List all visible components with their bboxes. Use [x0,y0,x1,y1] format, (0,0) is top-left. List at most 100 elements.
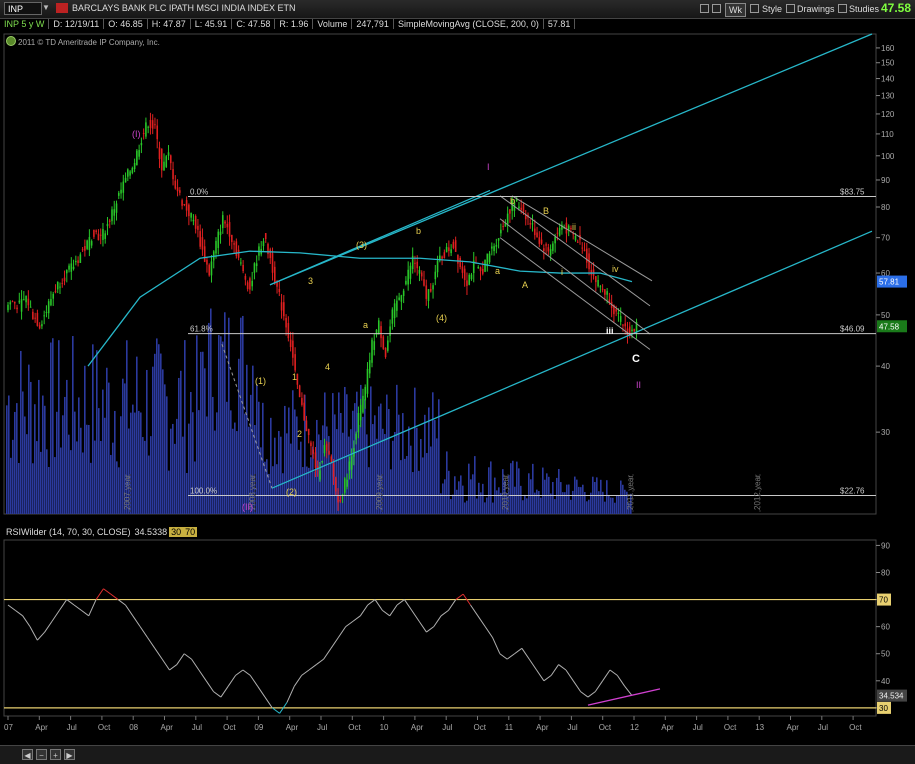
volume-bar [290,443,292,514]
flag-icon[interactable] [56,3,68,13]
rsi-line-segment [139,626,148,638]
candle-body [104,233,107,239]
volume-bar [230,410,232,514]
symbol-dropdown-icon[interactable]: ▼ [42,3,52,14]
candle-body [599,286,602,288]
rsi-line-segment [418,620,427,633]
volume-bar [64,396,66,514]
candle-body [165,156,168,167]
rsi-divergence-line [587,688,661,706]
drawings-icon[interactable] [786,4,795,13]
wave-label: b [416,226,421,236]
rsi-line-segment [198,669,207,682]
volume-bar [206,416,208,514]
rsi-line-segment [521,648,530,660]
volume-bar [598,491,600,514]
period-label[interactable]: INP 5 y W [0,19,50,29]
volume-value: 247,791 [352,19,394,29]
volume-bar [82,452,84,514]
rsi-study-label[interactable]: RSIWilder (14, 70, 30, CLOSE) [4,527,133,537]
candle-body [325,443,328,451]
candle-body [298,385,301,398]
candle-body [108,220,111,222]
x-tick-label: 08 [129,723,138,732]
volume-bar [102,389,104,514]
wave-label: iv [612,264,619,274]
rsi-line-segment [22,615,31,627]
volume-bar [490,461,492,514]
volume-bar [160,353,162,514]
volume-bar [108,382,110,514]
symbol-input[interactable]: INP [4,2,42,15]
candle-body [328,450,330,455]
rsi-line-segment [330,637,339,649]
volume-bar [520,485,522,514]
rsi-line-segment [7,604,16,611]
volume-bar [604,501,606,514]
layout-icon[interactable] [712,4,721,13]
rsi-line-segment [337,626,347,638]
volume-bar [446,451,448,514]
volume-bar [142,437,144,514]
zoom-in-icon[interactable]: + [50,749,61,760]
volume-bar [114,410,116,514]
wave-label: I [487,162,490,172]
scroll-left-icon[interactable]: ◀ [22,749,33,760]
style-icon[interactable] [750,4,759,13]
candle-body [414,262,416,264]
candle-body [420,272,423,277]
rsi-line-segment [249,675,259,687]
candle-body [463,268,466,281]
rsi-line-segment [44,620,53,633]
rsi-line-segment [411,610,420,622]
candle-body [506,213,509,225]
candle-body [129,171,131,176]
rsi-chart[interactable]: 90807060504030703034.53407AprJulOct08Apr… [0,538,915,745]
rsi-line-segment [352,615,361,622]
style-button[interactable]: Style [762,3,782,15]
candle-body [319,470,321,480]
candle-body [179,190,181,193]
rsi-y-tick-label: 80 [881,568,890,577]
volume-label: Volume [313,19,353,29]
studies-button[interactable]: Studies [849,3,879,15]
zoom-out-icon[interactable]: − [36,749,47,760]
volume-bar [550,493,552,514]
candle-body [466,280,468,286]
candle-body [97,233,100,241]
drawings-button[interactable]: Drawings [797,3,835,15]
rsi-line-segment [455,593,464,600]
rsi-line-segment [580,691,589,698]
x-tick-label: Jul [192,723,202,732]
price-y-tick-label: 70 [881,234,890,243]
price-chart[interactable]: 160150140130120110100908070605040300.0% $… [0,32,915,516]
candle-body [280,302,283,311]
candle-body [452,241,455,248]
candle-body [34,317,36,319]
candle-body [339,499,342,502]
x-tick-label: Oct [98,723,111,732]
time-scrollbar[interactable]: ◀ − + ▶ [0,745,915,764]
period-button[interactable]: Wk [725,3,746,17]
candle-body [558,227,561,236]
volume-bar [386,394,388,514]
volume-bar [136,356,138,514]
studies-icon[interactable] [838,4,847,13]
candle-body [88,237,91,250]
volume-bar [294,409,296,514]
sma-label: SimpleMovingAvg (CLOSE, 200, 0) [394,19,544,29]
candle-body [68,265,70,270]
rsi-line-segment [536,669,545,682]
scroll-right-icon[interactable]: ▶ [64,749,75,760]
wave-label: (1) [255,376,266,386]
candle-body [77,260,79,263]
wave-label: 4 [325,362,330,372]
volume-bar [420,438,422,514]
grid-toggle-icon[interactable] [700,4,709,13]
price-tag-label: 57.81 [879,278,900,287]
x-tick-label: Apr [787,723,800,732]
candle-body [246,282,249,289]
volume-bar [184,340,186,514]
info-bar: INP 5 y W D: 12/19/11 O: 46.85 H: 47.87 L: 4… [0,19,880,32]
volume-bar [570,499,572,514]
